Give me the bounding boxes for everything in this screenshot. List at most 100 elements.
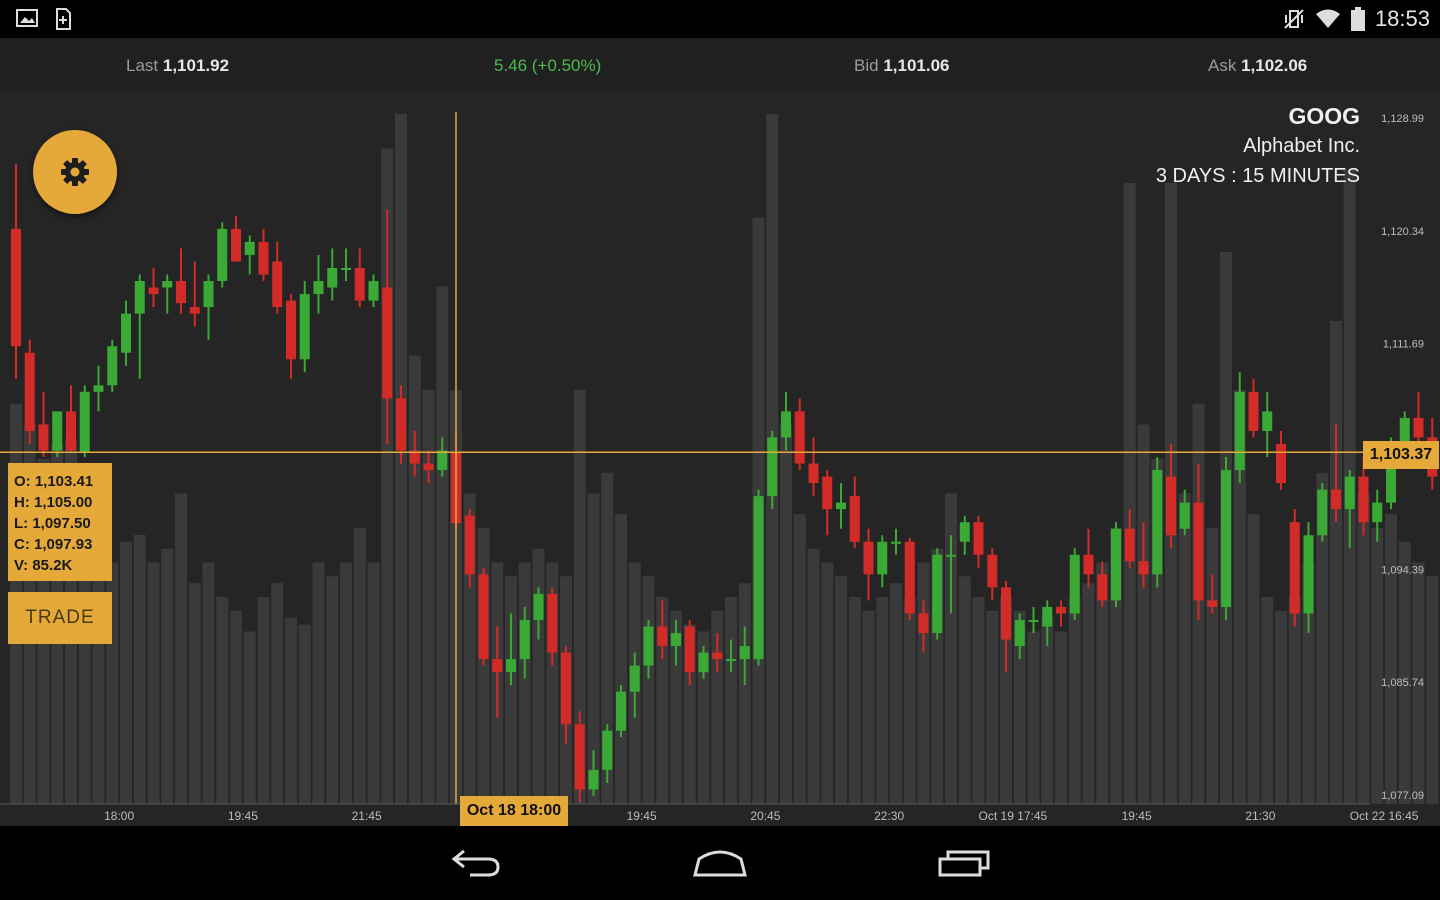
ohlc-low: L: 1,097.50 (14, 515, 91, 532)
last-value: 1,101.92 (162, 56, 230, 75)
candle-body (1372, 502, 1383, 523)
candle-body (657, 626, 668, 647)
volume-bar (353, 528, 366, 804)
candle-body (231, 228, 241, 262)
candle-body (272, 261, 283, 308)
candle-body (1248, 391, 1259, 431)
ask-value: 1,102.06 (1241, 56, 1308, 75)
volume-bar (780, 424, 792, 804)
candle-body (217, 228, 228, 282)
x-tick-label: 21:30 (1245, 809, 1275, 823)
candle-body (726, 659, 736, 662)
candle-body (849, 496, 860, 542)
candle-body (148, 287, 159, 295)
candle-body (794, 411, 805, 464)
x-tick-label: Oct 19 17:45 (979, 809, 1048, 823)
y-tick-label: 1,094.39 (1381, 564, 1424, 576)
recents-button[interactable] (932, 840, 996, 886)
candlestick-chart[interactable]: 1,128.99 1,120.34 1,111.69 1,094.39 1,085.74… (0, 92, 1440, 826)
volume-bar (986, 610, 999, 804)
candle-body (602, 730, 613, 770)
volume-bar (738, 583, 751, 804)
x-tick-label: 19:45 (228, 809, 258, 823)
candle-body (671, 633, 681, 647)
candle-body (52, 411, 63, 451)
crosshair-price-label: 1,103.37 (1363, 441, 1439, 469)
candle-body (1413, 417, 1424, 438)
volume-bar (1426, 576, 1439, 804)
volume-bar (1055, 631, 1067, 804)
volume-bar (835, 576, 847, 804)
volume-bar (1261, 597, 1274, 804)
candle-body (189, 307, 200, 314)
recents-icon (938, 850, 990, 877)
candle-body (519, 619, 530, 660)
chart-period: 3 DAYS : 15 MINUTES (1155, 165, 1360, 187)
wifi-icon (1315, 9, 1340, 28)
price-change: 5.46 (+0.50%) (494, 56, 602, 75)
candle-body (1152, 470, 1163, 575)
trade-button[interactable]: TRADE (8, 592, 112, 644)
candle-body (753, 496, 764, 660)
quote-bar: Last 1,101.92 5.46 (+0.50%) Bid 1,101.06… (0, 38, 1440, 92)
candle-body (341, 267, 351, 270)
candle-body (437, 450, 448, 471)
volume-bar (1330, 321, 1342, 804)
candle-body (932, 554, 943, 634)
volume-bar (505, 576, 517, 804)
ohlc-volume: V: 85.2K (14, 557, 73, 574)
candle-body (93, 385, 104, 392)
volume-bar (271, 583, 284, 804)
chart-area[interactable]: 1,128.99 1,120.34 1,111.69 1,094.39 1,085.74… (0, 92, 1440, 826)
image-icon (16, 9, 38, 27)
gear-icon (61, 158, 89, 186)
volume-bar (1398, 541, 1411, 804)
candle-body (767, 437, 778, 497)
volume-bar (1068, 597, 1081, 804)
volume-bar (175, 493, 187, 804)
candle-body (258, 241, 269, 275)
candle-body (176, 281, 186, 304)
x-tick-label: Oct 22 16:45 (1350, 809, 1419, 823)
sd-card-icon (56, 8, 71, 30)
candle-body (1221, 470, 1231, 607)
volume-bar (408, 355, 421, 804)
volume-bar (436, 286, 449, 804)
candle-body (1097, 574, 1108, 601)
back-icon (451, 849, 500, 877)
candle-body (863, 541, 874, 575)
candle-body (1124, 528, 1135, 562)
back-button[interactable] (444, 840, 508, 886)
volume-bar (133, 534, 146, 804)
symbol-info: GOOG Alphabet Inc. 3 DAYS : 15 MINUTES (1156, 101, 1360, 191)
volume-bar (1123, 183, 1136, 804)
candle-body (712, 652, 723, 660)
y-tick-label: 1,120.34 (1381, 226, 1424, 238)
candle-body (1069, 554, 1080, 614)
home-button[interactable] (688, 840, 752, 886)
volume-bar (1288, 597, 1301, 804)
candle-body (121, 313, 131, 353)
home-icon (693, 850, 747, 877)
candle-body (643, 626, 654, 666)
candle-body (629, 665, 640, 692)
last-price: Last 1,101.92 (126, 56, 229, 76)
settings-button[interactable] (33, 130, 117, 214)
volume-bar (1027, 631, 1040, 804)
candle-body (836, 502, 846, 510)
candle-body (946, 554, 956, 557)
bid-label: Bid (854, 56, 879, 75)
candle-body (1014, 619, 1025, 647)
volume-bar (1082, 583, 1095, 804)
candle-body (478, 574, 489, 660)
candle-body (684, 626, 695, 673)
ohlc-close: C: 1,097.93 (14, 536, 93, 553)
volume-bar (532, 548, 545, 804)
candle-body (66, 411, 76, 451)
volume-bar (642, 576, 655, 804)
y-tick-label: 1,085.74 (1381, 677, 1424, 689)
bid-value: 1,101.06 (883, 56, 950, 75)
volume-bar (285, 617, 297, 804)
volume-bar (725, 597, 737, 804)
candle-body (38, 424, 49, 451)
